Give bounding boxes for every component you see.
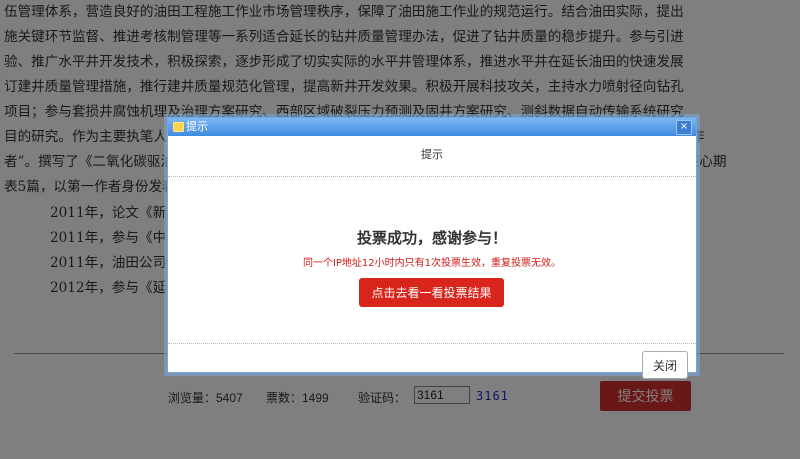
dialog-body: 投票成功，感谢参与！ 同一个IP地址12小时内只有1次投票生效，重复投票无效。 … xyxy=(168,177,696,344)
window-icon xyxy=(173,122,184,132)
close-button[interactable]: 关闭 xyxy=(642,351,688,379)
vote-result-dialog: 提示 × 提示 投票成功，感谢参与！ 同一个IP地址12小时内只有1次投票生效，… xyxy=(167,117,697,379)
duplicate-vote-notice: 同一个IP地址12小时内只有1次投票生效，重复投票无效。 xyxy=(302,258,562,269)
dialog-titlebar[interactable]: 提示 × xyxy=(168,118,696,136)
close-icon[interactable]: × xyxy=(676,120,692,135)
dialog-footer: 关闭 xyxy=(168,344,696,389)
view-results-button[interactable]: 点击去看一看投票结果 xyxy=(359,278,504,307)
success-heading: 投票成功，感谢参与！ xyxy=(356,229,507,247)
dialog-header: 提示 xyxy=(168,136,696,177)
dialog-title: 提示 xyxy=(186,120,208,133)
